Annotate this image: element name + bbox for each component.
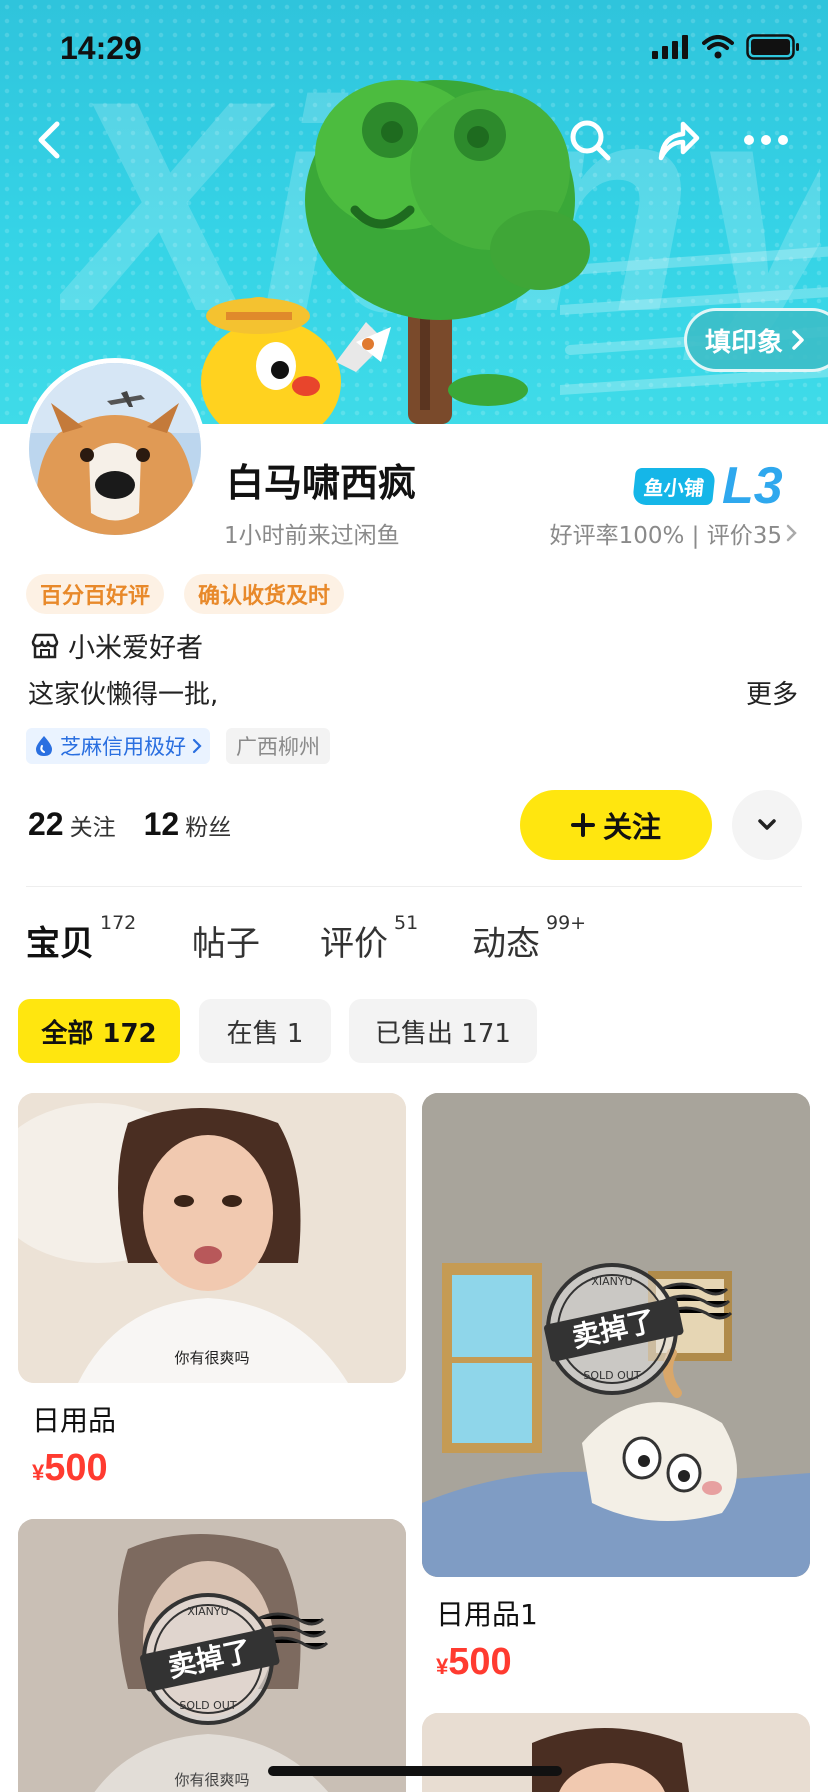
filter-sold[interactable]: 已售出 171 [349, 999, 537, 1063]
follow-stats: 22 关注 12 粉丝 [28, 806, 231, 843]
more-options-button[interactable] [736, 110, 796, 170]
product-title: 日用品1 [436, 1598, 538, 1631]
store-icon [31, 633, 59, 658]
location-tag: 广西柳州 [226, 728, 330, 764]
bird-mascot-illustration [201, 297, 391, 424]
chevron-right-icon [192, 738, 202, 754]
following-stat[interactable]: 22 关注 [28, 806, 116, 843]
price-value: 500 [44, 1447, 108, 1489]
sold-out-stamp: XIANYU 卖掉了 SOLD OUT [140, 1593, 328, 1725]
following-count: 22 [28, 806, 64, 842]
product-image: 你有很爽吗 XIANYU 卖掉了 SOLD OUT [18, 1519, 406, 1792]
product-image: 你有很爽吗 [18, 1093, 406, 1383]
tab-items[interactable]: 宝贝 172 [26, 912, 136, 965]
price-currency: ¥ [32, 1460, 45, 1485]
tab-posts-label: 帖子 [192, 924, 260, 964]
price-currency: ¥ [436, 1654, 449, 1679]
svg-text:XIANYU: XIANYU [591, 1275, 632, 1288]
tag-confirm-receipt: 确认收货及时 [184, 574, 345, 614]
tab-items-label: 宝贝 [26, 924, 94, 964]
svg-text:XIANYU: XIANYU [187, 1605, 228, 1618]
followers-label: 粉丝 [185, 815, 232, 841]
sold-out-stamp: XIANYU 卖掉了 SOLD OUT [544, 1263, 732, 1395]
chevron-right-icon [792, 330, 804, 350]
shop-tag: 鱼小铺 [632, 467, 716, 505]
followers-stat[interactable]: 12 粉丝 [144, 806, 232, 843]
plus-icon [570, 813, 595, 837]
bio-more-link[interactable]: 更多 [746, 674, 798, 711]
bio-text: 这家伙懒得一批, [28, 680, 219, 710]
rating-summary[interactable]: 好评率100% | 评价35 [550, 516, 798, 550]
wifi-icon [702, 35, 734, 59]
sesame-credit-icon [36, 736, 52, 756]
tab-activity-count: 99+ [546, 912, 587, 934]
shop-level: L3 [722, 457, 783, 515]
product-price: ¥500 [436, 1641, 810, 1684]
shop-level-badge[interactable]: 鱼小铺 L3 [632, 457, 783, 515]
share-icon [658, 121, 700, 161]
follow-button-label: 关注 [602, 810, 661, 844]
product-card[interactable]: 你有很爽吗 XIANYU 卖掉了 SOLD OUT [18, 1519, 406, 1792]
svg-text:SOLD OUT: SOLD OUT [583, 1369, 640, 1382]
filter-all[interactable]: 全部 172 [18, 999, 180, 1063]
section-divider [26, 886, 802, 887]
product-price: ¥500 [32, 1447, 406, 1490]
home-indicator[interactable] [268, 1766, 562, 1776]
fill-impression-label: 填印象 [705, 327, 784, 358]
svg-text:你有很爽吗: 你有很爽吗 [174, 1349, 249, 1367]
fill-impression-button[interactable]: 填印象 [684, 308, 828, 372]
avatar-corgi-image [29, 363, 201, 535]
product-card[interactable]: XIANYU 卖掉了 SOLD OUT 日用品1 ¥500 [422, 1093, 810, 1684]
tag-positive-reviews: 百分百好评 [26, 574, 165, 614]
svg-text:你有很爽吗: 你有很爽吗 [174, 1771, 249, 1789]
username: 白马啸西疯 [226, 461, 417, 505]
tab-reviews-label: 评价 [320, 924, 388, 964]
product-image [422, 1713, 810, 1792]
credit-score-tag[interactable]: 芝麻信用极好 [26, 728, 210, 764]
product-card[interactable] [422, 1713, 810, 1792]
tab-posts[interactable]: 帖子 [192, 916, 260, 965]
rating-text: 好评率100% | 评价35 [549, 523, 782, 549]
product-image: XIANYU 卖掉了 SOLD OUT [422, 1093, 810, 1577]
search-button[interactable] [560, 110, 620, 170]
followers-count: 12 [143, 806, 180, 842]
follow-button[interactable]: 关注 [520, 790, 712, 860]
tab-activity[interactable]: 动态 99+ [472, 912, 586, 965]
ellipsis-icon [744, 135, 788, 145]
filter-on-sale[interactable]: 在售 1 [199, 999, 331, 1063]
product-title: 日用品 [32, 1404, 117, 1437]
shop-name[interactable]: 小米爱好者 [30, 626, 203, 665]
last-seen-text: 1小时前来过闲鱼 [224, 523, 400, 549]
expand-recommendations-button[interactable] [732, 790, 802, 860]
chevron-left-icon [38, 121, 60, 159]
tab-activity-label: 动态 [472, 924, 540, 964]
price-value: 500 [448, 1641, 512, 1683]
tab-reviews[interactable]: 评价 51 [320, 912, 418, 965]
status-time: 14:29 [60, 30, 142, 66]
tab-items-count: 172 [100, 912, 137, 934]
svg-text:SOLD OUT: SOLD OUT [179, 1699, 236, 1712]
chevron-right-icon [786, 524, 797, 542]
avatar[interactable] [24, 358, 206, 540]
product-card[interactable]: 你有很爽吗 日用品 ¥500 [18, 1093, 406, 1490]
signal-icon [652, 35, 688, 59]
status-icons [652, 34, 800, 60]
following-label: 关注 [69, 815, 116, 841]
shop-name-label: 小米爱好者 [68, 633, 203, 664]
search-icon [570, 120, 611, 161]
credit-score-label: 芝麻信用极好 [60, 735, 186, 759]
chevron-down-icon [758, 819, 776, 830]
product-photo: 你有很爽吗 [18, 1093, 406, 1383]
product-photo [422, 1713, 810, 1792]
tab-reviews-count: 51 [394, 912, 419, 934]
back-button[interactable] [20, 110, 80, 170]
battery-icon [746, 34, 799, 60]
share-button[interactable] [648, 110, 708, 170]
